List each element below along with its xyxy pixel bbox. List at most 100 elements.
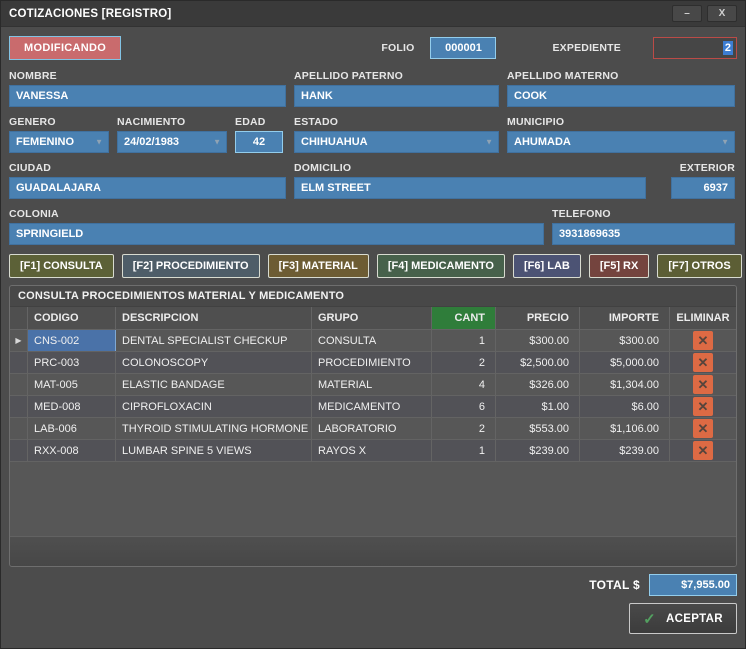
edad-field[interactable]: 42 [235, 131, 283, 153]
precio-cell: $300.00 [496, 330, 580, 351]
header-row: MODIFICANDO FOLIO 000001 EXPEDIENTE 2 [9, 35, 737, 61]
close-button[interactable]: X [707, 5, 737, 22]
codigo-column-header[interactable]: CODIGO [28, 307, 116, 329]
estado-value: CHIHUAHUA [301, 136, 368, 148]
importe-cell: $6.00 [580, 396, 670, 417]
delete-row-button[interactable]: ✕ [693, 397, 713, 416]
delete-row-button[interactable]: ✕ [693, 331, 713, 350]
grid-empty-area [10, 462, 736, 536]
row-selector-cell [10, 374, 28, 395]
grupo-cell: MEDICAMENTO [312, 396, 432, 417]
genero-select[interactable]: FEMENINO ▼ [9, 131, 109, 153]
domicilio-label: DOMICILIO [294, 162, 646, 174]
cant-cell: 4 [432, 374, 496, 395]
accept-row: ✓ ACEPTAR [9, 603, 737, 634]
municipio-value: AHUMADA [514, 136, 571, 148]
modificando-button[interactable]: MODIFICANDO [9, 36, 121, 60]
codigo-cell: RXX-008 [28, 440, 116, 461]
estado-select[interactable]: CHIHUAHUA ▼ [294, 131, 499, 153]
grupo-column-header[interactable]: GRUPO [312, 307, 432, 329]
descripcion-cell: LUMBAR SPINE 5 VIEWS [116, 440, 312, 461]
descripcion-column-header[interactable]: DESCRIPCION [116, 307, 312, 329]
precio-cell: $2,500.00 [496, 352, 580, 373]
address-fields-row: GUADALAJARA ELM STREET 6937 [9, 177, 737, 199]
demo-fields-row: FEMENINO ▼ 24/02/1983 ▼ 42 CHIHUAHUA ▼ A… [9, 131, 737, 153]
items-panel-title: CONSULTA PROCEDIMIENTOS MATERIAL Y MEDIC… [10, 286, 736, 307]
table-row[interactable]: PRC-003 COLONOSCOPY PROCEDIMIENTO 2 $2,5… [10, 352, 736, 374]
codigo-cell: PRC-003 [28, 352, 116, 373]
ciudad-input[interactable]: GUADALAJARA [9, 177, 286, 199]
delete-row-button[interactable]: ✕ [693, 375, 713, 394]
f5-rx-button[interactable]: [F5] RX [589, 254, 650, 278]
codigo-cell: LAB-006 [28, 418, 116, 439]
delete-row-button[interactable]: ✕ [693, 441, 713, 460]
apellido-materno-label: APELLIDO MATERNO [507, 70, 735, 82]
descripcion-cell: COLONOSCOPY [116, 352, 312, 373]
colonia-fields-row: SPRINGIELD 3931869635 [9, 223, 737, 245]
municipio-select[interactable]: AHUMADA ▼ [507, 131, 735, 153]
table-row[interactable]: LAB-006 THYROID STIMULATING HORMONE (TSH… [10, 418, 736, 440]
row-selector-header [10, 307, 28, 329]
telefono-input[interactable]: 3931869635 [552, 223, 735, 245]
importe-cell: $1,304.00 [580, 374, 670, 395]
grupo-cell: CONSULTA [312, 330, 432, 351]
cant-cell: 6 [432, 396, 496, 417]
nombre-input[interactable]: VANESSA [9, 85, 286, 107]
exterior-input[interactable]: 6937 [671, 177, 735, 199]
table-row[interactable]: MED-008 CIPROFLOXACIN MEDICAMENTO 6 $1.0… [10, 396, 736, 418]
folio-field[interactable]: 000001 [430, 37, 496, 59]
checkmark-icon: ✓ [643, 610, 656, 628]
f7-otros-button[interactable]: [F7] OTROS [657, 254, 741, 278]
table-row[interactable]: ▶ CNS-002 DENTAL SPECIALIST CHECKUP CONS… [10, 330, 736, 352]
nombre-label: NOMBRE [9, 70, 286, 82]
ciudad-label: CIUDAD [9, 162, 286, 174]
apellido-materno-input[interactable]: COOK [507, 85, 735, 107]
f2-procedimiento-button[interactable]: [F2] PROCEDIMIENTO [122, 254, 260, 278]
precio-column-header[interactable]: PRECIO [496, 307, 580, 329]
precio-cell: $553.00 [496, 418, 580, 439]
expediente-input[interactable]: 2 [653, 37, 737, 59]
apellido-paterno-label: APELLIDO PATERNO [294, 70, 499, 82]
f4-medicamento-button[interactable]: [F4] MEDICAMENTO [377, 254, 505, 278]
importe-cell: $239.00 [580, 440, 670, 461]
estado-label: ESTADO [294, 116, 499, 128]
delete-row-button[interactable]: ✕ [693, 353, 713, 372]
f3-material-button[interactable]: [F3] MATERIAL [268, 254, 369, 278]
chevron-down-icon: ▼ [721, 138, 729, 147]
table-row[interactable]: MAT-005 ELASTIC BANDAGE MATERIAL 4 $326.… [10, 374, 736, 396]
descripcion-cell: CIPROFLOXACIN [116, 396, 312, 417]
cotizaciones-window: COTIZACIONES [REGISTRO] – X MODIFICANDO … [0, 0, 746, 649]
nacimiento-datepicker[interactable]: 24/02/1983 ▼ [117, 131, 227, 153]
grupo-cell: LABORATORIO [312, 418, 432, 439]
apellido-paterno-input[interactable]: HANK [294, 85, 499, 107]
f6-lab-button[interactable]: [F6] LAB [513, 254, 581, 278]
cant-column-header[interactable]: CANT [432, 307, 496, 329]
total-field: $7,955.00 [649, 574, 737, 596]
window-title: COTIZACIONES [REGISTRO] [9, 8, 171, 20]
codigo-cell: MAT-005 [28, 374, 116, 395]
f1-consulta-button[interactable]: [F1] CONSULTA [9, 254, 114, 278]
title-bar[interactable]: COTIZACIONES [REGISTRO] – X [1, 1, 745, 27]
importe-column-header[interactable]: IMPORTE [580, 307, 670, 329]
municipio-label: MUNICIPIO [507, 116, 735, 128]
delete-row-button[interactable]: ✕ [693, 419, 713, 438]
name-labels-row: NOMBRE APELLIDO PATERNO APELLIDO MATERNO [9, 70, 737, 82]
importe-cell: $300.00 [580, 330, 670, 351]
address-labels-row: CIUDAD DOMICILIO EXTERIOR [9, 162, 737, 174]
domicilio-input[interactable]: ELM STREET [294, 177, 646, 199]
codigo-cell: MED-008 [28, 396, 116, 417]
colonia-input[interactable]: SPRINGIELD [9, 223, 544, 245]
total-row: TOTAL $ $7,955.00 [9, 574, 737, 596]
cant-cell: 2 [432, 418, 496, 439]
descripcion-cell: DENTAL SPECIALIST CHECKUP [116, 330, 312, 351]
eliminar-column-header[interactable]: ELIMINAR [670, 307, 736, 329]
aceptar-button[interactable]: ✓ ACEPTAR [629, 603, 737, 634]
grupo-cell: PROCEDIMIENTO [312, 352, 432, 373]
category-buttons-row: [F1] CONSULTA [F2] PROCEDIMIENTO [F3] MA… [9, 254, 737, 278]
table-row[interactable]: RXX-008 LUMBAR SPINE 5 VIEWS RAYOS X 1 $… [10, 440, 736, 462]
row-selector-cell [10, 418, 28, 439]
minimize-button[interactable]: – [672, 5, 702, 22]
selected-row-arrow-icon: ▶ [10, 330, 28, 351]
nacimiento-label: NACIMIENTO [117, 116, 227, 128]
grid-footer-strip [10, 536, 736, 566]
